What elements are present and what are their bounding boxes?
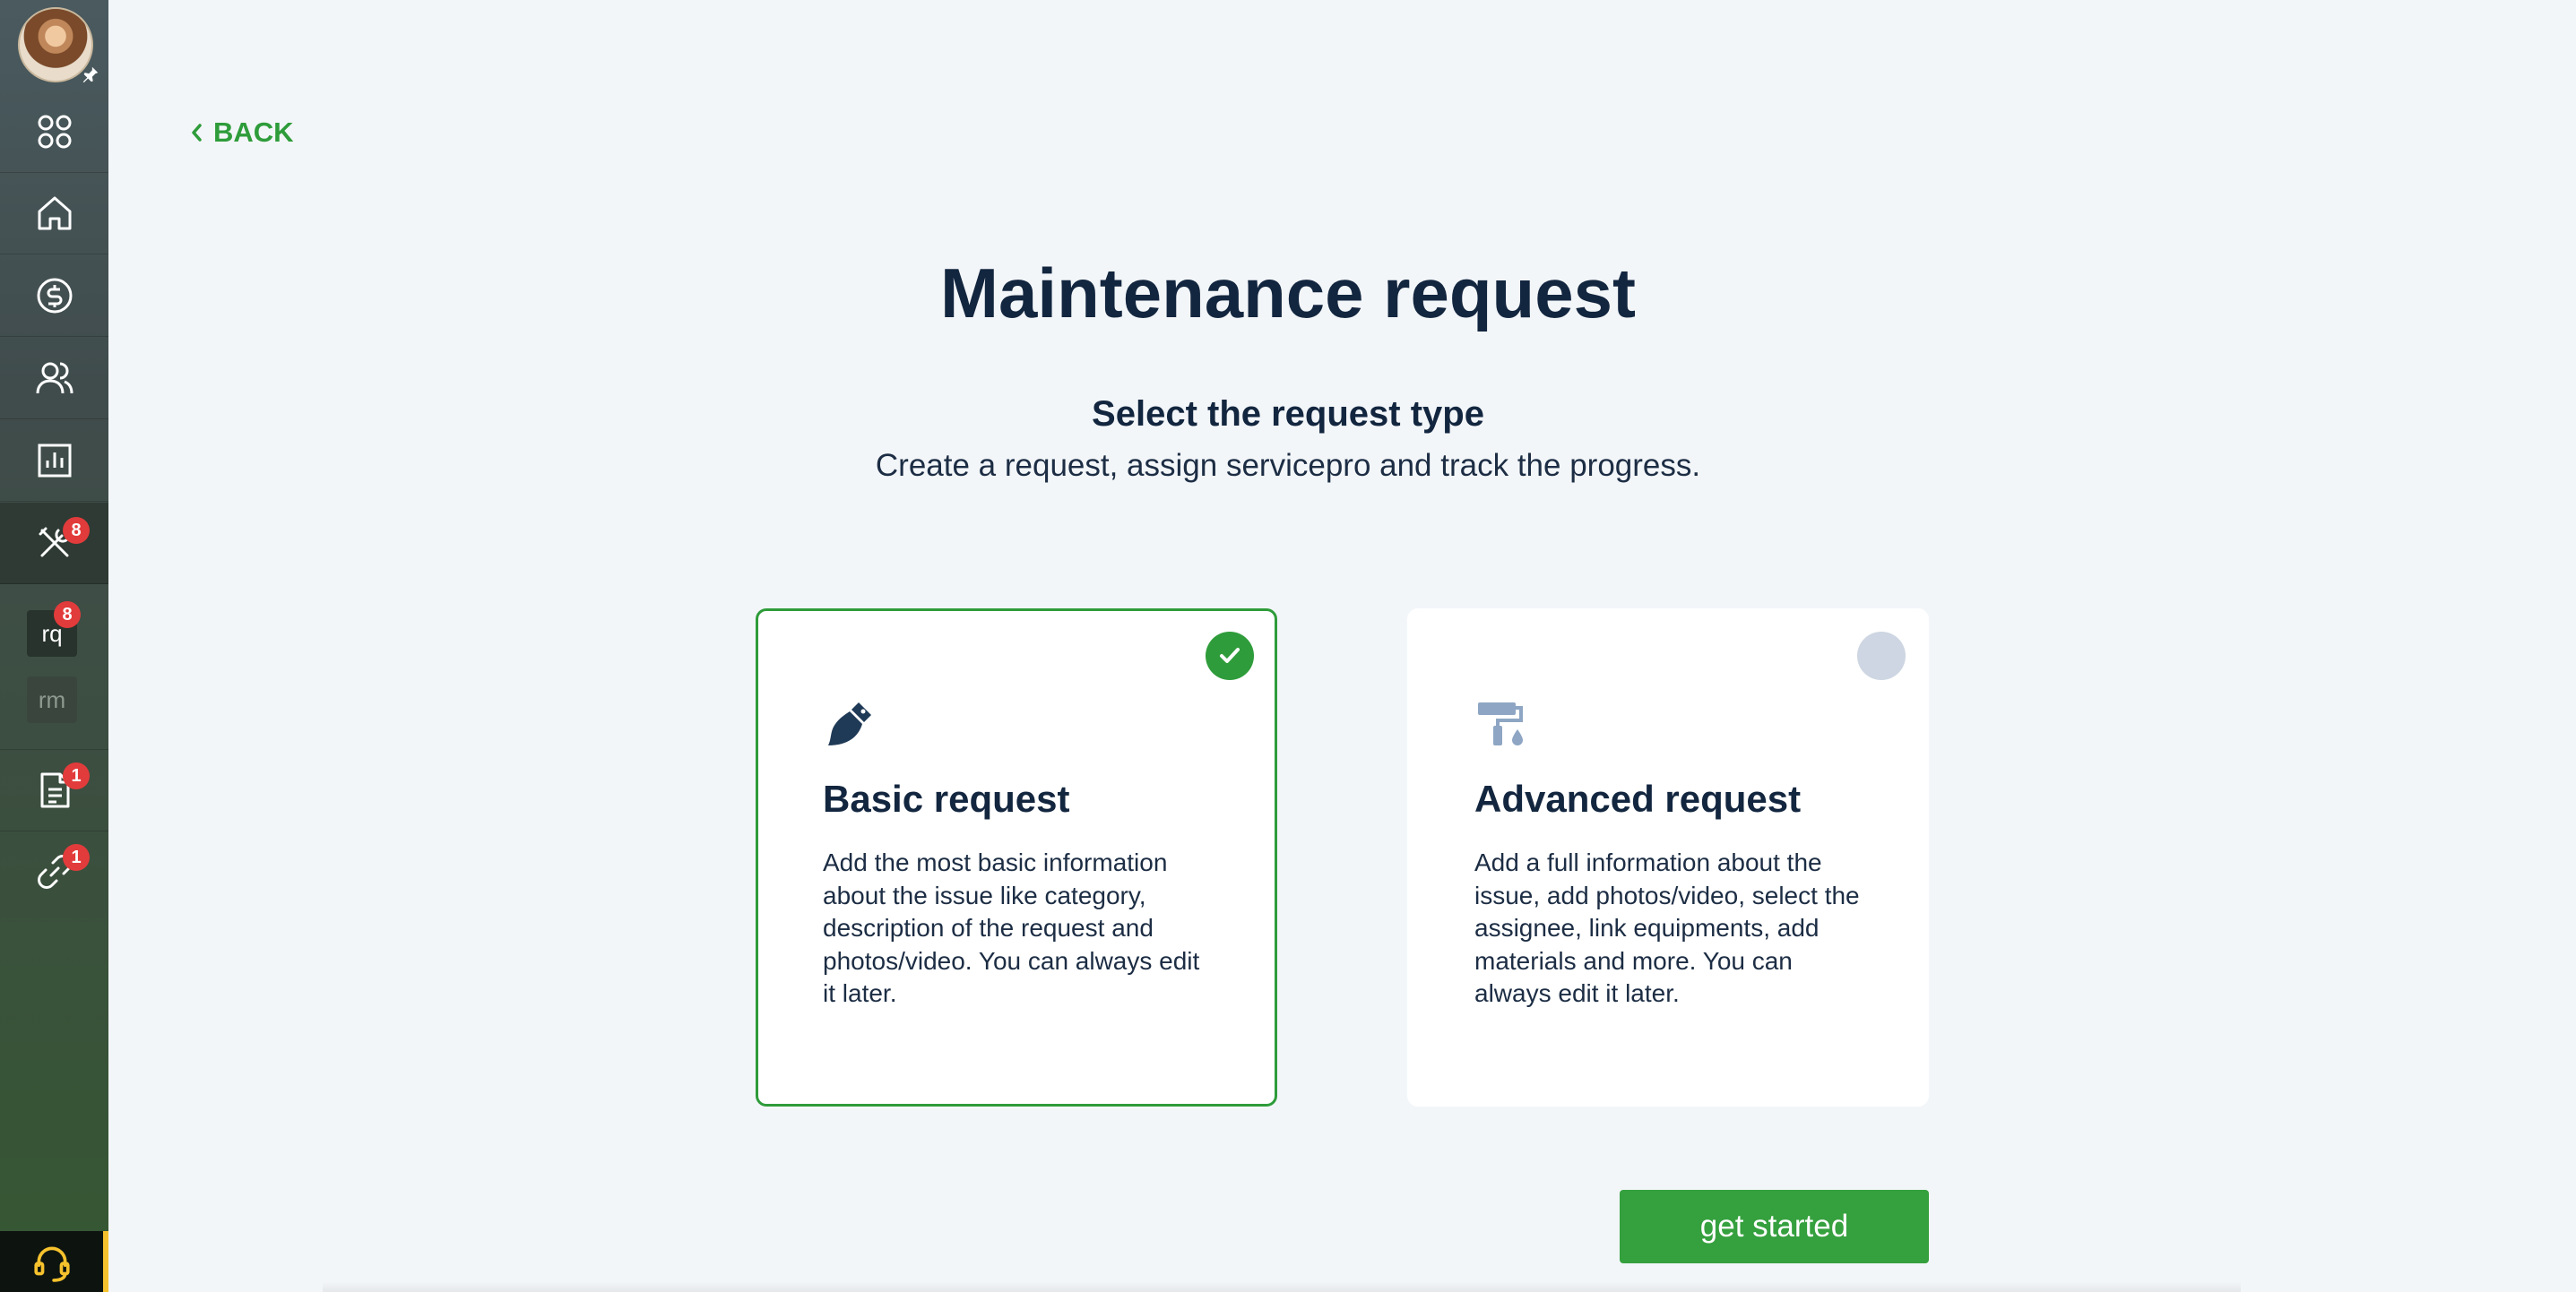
sidebar-item-payments[interactable] bbox=[0, 255, 108, 337]
documents-badge: 1 bbox=[63, 762, 90, 789]
sidebar-item-documents[interactable]: 1 bbox=[0, 749, 108, 831]
sidebar-item-maintenance[interactable]: 8 bbox=[0, 503, 108, 584]
unselected-radio bbox=[1857, 632, 1906, 680]
maintenance-badge: 8 bbox=[63, 517, 90, 544]
rm-label: rm bbox=[38, 685, 66, 713]
sidebar-item-people[interactable] bbox=[0, 338, 108, 419]
user-avatar[interactable] bbox=[18, 7, 99, 83]
paint-roller-icon bbox=[1478, 702, 1523, 745]
sidebar-item-rm[interactable]: rm bbox=[27, 676, 77, 723]
card-description: Add the most basic information about the… bbox=[823, 848, 1200, 1007]
card-title: Advanced request bbox=[1474, 778, 1802, 820]
dollar-icon bbox=[37, 278, 72, 314]
headset-icon bbox=[33, 1246, 70, 1282]
chevron-left-icon bbox=[192, 124, 202, 142]
grid-icon bbox=[38, 115, 71, 149]
section-subtitle: Select the request type bbox=[1092, 394, 1484, 434]
sidebar-item-home[interactable] bbox=[0, 173, 108, 254]
rq-badge: 8 bbox=[54, 601, 81, 628]
pin-icon bbox=[82, 66, 99, 83]
back-link[interactable]: BACK bbox=[190, 116, 294, 149]
basic-request-card[interactable]: Basic request Add the most basic informa… bbox=[756, 608, 1277, 1107]
card-description: Add a full information about the issue, … bbox=[1474, 848, 1860, 1007]
card-title: Basic request bbox=[823, 778, 1070, 820]
section-description: Create a request, assign servicepro and … bbox=[875, 448, 1701, 483]
selected-check bbox=[1206, 632, 1254, 680]
get-started-button[interactable]: get started bbox=[1620, 1190, 1929, 1263]
users-icon bbox=[36, 362, 73, 394]
bar-chart-icon bbox=[38, 444, 71, 478]
sidebar-item-rq[interactable]: rq 8 bbox=[27, 601, 81, 657]
sidebar: 8 rq 8 rm 1 1 bbox=[0, 0, 108, 1292]
page-title: Maintenance request bbox=[940, 254, 1636, 332]
paint-brush-icon bbox=[828, 702, 871, 745]
check-icon bbox=[1220, 648, 1240, 663]
sidebar-item-reports[interactable] bbox=[0, 420, 108, 502]
sidebar-item-links[interactable]: 1 bbox=[0, 831, 108, 912]
support-button[interactable] bbox=[0, 1231, 108, 1292]
back-label: BACK bbox=[213, 116, 294, 148]
home-icon bbox=[38, 196, 71, 230]
footer-divider bbox=[323, 1281, 2241, 1292]
advanced-request-card[interactable]: Advanced request Add a full information … bbox=[1407, 608, 1929, 1107]
links-badge: 1 bbox=[63, 844, 90, 871]
sidebar-item-dashboard[interactable] bbox=[0, 91, 108, 173]
